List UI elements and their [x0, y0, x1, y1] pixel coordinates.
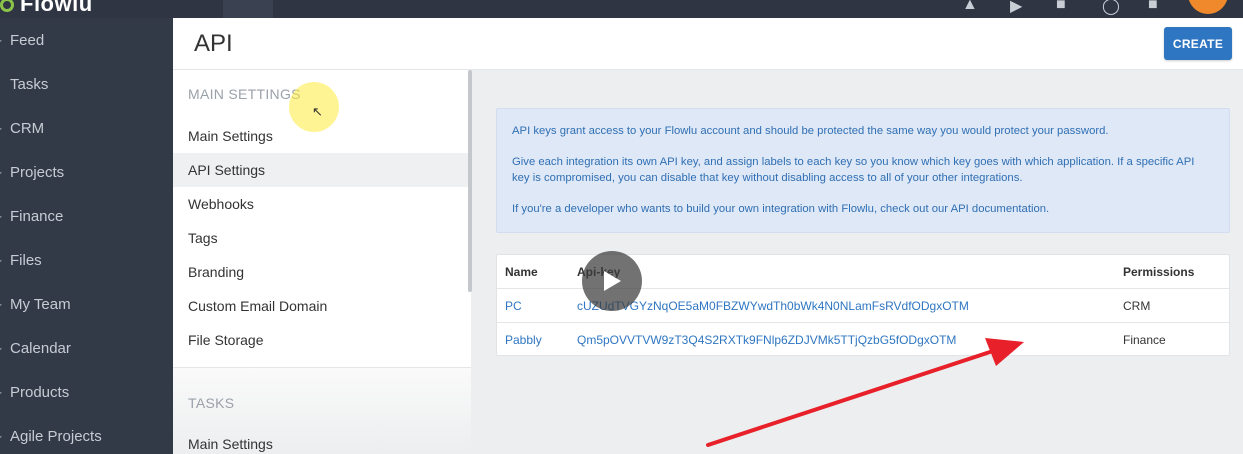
menu-item-tasks-main-settings[interactable]: Main Settings: [173, 427, 468, 454]
sidebar-item-tasks[interactable]: ∕Tasks: [0, 62, 173, 106]
feed-icon: ▸: [0, 33, 10, 47]
menu-item-tags[interactable]: Tags: [173, 221, 468, 255]
agile-icon: ▸: [0, 429, 10, 443]
topbar-active-tab[interactable]: [223, 0, 273, 18]
avatar[interactable]: [1188, 0, 1228, 14]
app-logo[interactable]: Flowlu: [0, 0, 93, 17]
column-header-name[interactable]: Name: [505, 255, 538, 289]
menu-item-custom-email-domain[interactable]: Custom Email Domain: [173, 289, 468, 323]
play-icon: [604, 271, 621, 291]
tasks-section: TASKS Main Settings: [173, 368, 471, 454]
files-icon: ▸: [0, 253, 10, 267]
sidebar-item-products[interactable]: ▸Products: [0, 370, 173, 414]
products-icon: ▸: [0, 385, 10, 399]
sidebar-item-projects[interactable]: ▸Projects: [0, 150, 173, 194]
page-title: API: [194, 30, 233, 57]
api-key-link[interactable]: Qm5pOVVTVW9zT3Q4S2RXTk9FNlp6ZDJVMk5TTjQz…: [577, 323, 956, 357]
info-paragraph-3: If you're a developer who wants to build…: [512, 203, 1050, 215]
section-title-tasks: TASKS: [188, 395, 235, 411]
sidebar-item-finance[interactable]: ▸Finance: [0, 194, 173, 238]
mail-icon[interactable]: ■: [1056, 0, 1066, 14]
team-icon: ▸: [0, 297, 10, 311]
sidebar-item-my-team[interactable]: ▸My Team: [0, 282, 173, 326]
chat-icon[interactable]: ▶: [1010, 0, 1022, 16]
info-paragraph-2: Give each integration its own API key, a…: [512, 156, 1195, 184]
table-row[interactable]: Pabbly Qm5pOVVTVW9zT3Q4S2RXTk9FNlp6ZDJVM…: [497, 323, 1229, 357]
menu-item-branding[interactable]: Branding: [173, 255, 468, 289]
key-name-link[interactable]: PC: [505, 289, 522, 323]
menu-item-webhooks[interactable]: Webhooks: [173, 187, 468, 221]
key-permissions: Finance: [1123, 333, 1166, 347]
help-icon[interactable]: ◯: [1102, 0, 1120, 16]
mouse-cursor-icon: ↖: [312, 104, 323, 119]
projects-icon: ▸: [0, 165, 10, 179]
create-button[interactable]: CREATE: [1164, 27, 1232, 60]
api-info-box: API keys grant access to your Flowlu acc…: [496, 108, 1230, 233]
grid-icon[interactable]: ■: [1148, 0, 1158, 14]
section-title-main-settings: MAIN SETTINGS: [188, 86, 301, 102]
sidebar-item-files[interactable]: ▸Files: [0, 238, 173, 282]
key-name-link[interactable]: Pabbly: [505, 323, 542, 357]
logo-mark-icon: [0, 0, 14, 13]
key-permissions: CRM: [1123, 299, 1151, 313]
column-header-permissions[interactable]: Permissions: [1123, 255, 1194, 289]
page-header: API CREATE: [173, 18, 1243, 70]
finance-icon: ▸: [0, 209, 10, 223]
video-play-button[interactable]: [582, 251, 642, 311]
sidebar-item-feed[interactable]: ▸Feed: [0, 18, 173, 62]
sidebar-item-crm[interactable]: ▸CRM: [0, 106, 173, 150]
menu-item-file-storage[interactable]: File Storage: [173, 323, 468, 357]
sidebar-item-agile-projects[interactable]: ▸Agile Projects: [0, 414, 173, 454]
tasks-icon: ∕: [0, 77, 10, 91]
sidebar: ▸Feed ∕Tasks ▸CRM ▸Projects ▸Finance ▸Fi…: [0, 18, 173, 454]
bell-icon[interactable]: ▲: [962, 0, 978, 14]
crm-icon: ▸: [0, 121, 10, 135]
menu-item-api-settings[interactable]: API Settings: [173, 153, 468, 187]
sidebar-item-calendar[interactable]: ▸Calendar: [0, 326, 173, 370]
info-paragraph-1: API keys grant access to your Flowlu acc…: [512, 125, 1109, 137]
calendar-icon: ▸: [0, 341, 10, 355]
top-bar: Flowlu ▲ ▶ ■ ◯ ■: [0, 0, 1243, 18]
